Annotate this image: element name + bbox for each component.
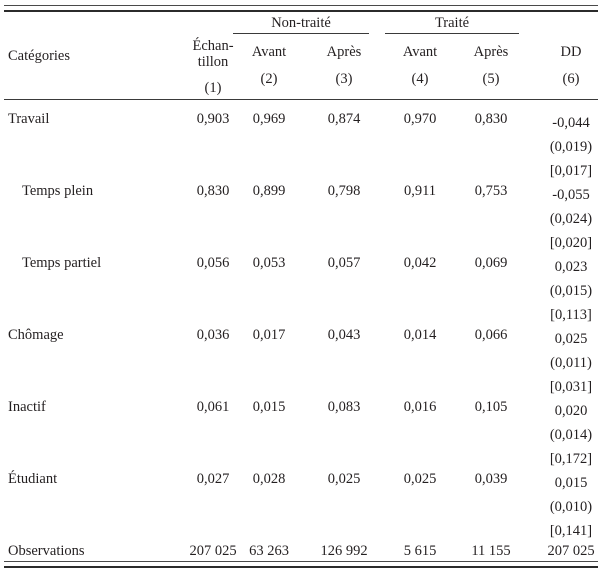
dd-estimate: -0,055 xyxy=(552,187,590,203)
column-number-5: (5) xyxy=(482,70,500,87)
table-bottom-rule-thick xyxy=(4,566,598,568)
cell-dd: -0,044 (0,019) [0,017] xyxy=(536,111,602,183)
column-header-label-3: Après xyxy=(326,44,362,60)
observations-traite-avant: 5 615 xyxy=(403,543,437,559)
column-header-label-4: Avant xyxy=(402,44,438,60)
cell-traite-apres: 0,069 xyxy=(474,255,508,271)
row-label: Inactif xyxy=(8,399,46,415)
column-header-label-6: DD xyxy=(560,44,582,60)
cell-non-traite-apres: 0,083 xyxy=(327,399,361,415)
column-header-non-traite-apres: Après (3) xyxy=(308,44,380,87)
column-number-3: (3) xyxy=(335,70,353,87)
cell-traite-avant: 0,016 xyxy=(403,399,437,415)
cell-dd: 0,023 (0,015) [0,113] xyxy=(536,255,602,327)
observations-label: Observations xyxy=(8,543,85,559)
header-bottom-rule xyxy=(4,99,598,100)
column-header-label-5: Après xyxy=(473,44,509,60)
row-label: Chômage xyxy=(8,327,64,343)
cell-traite-avant: 0,970 xyxy=(403,111,437,127)
observations-non-traite-apres: 126 992 xyxy=(320,543,368,559)
column-header-non-traite-avant: Avant (2) xyxy=(233,44,305,87)
dd-p-value: [0,172] xyxy=(549,451,593,467)
column-number-2: (2) xyxy=(260,70,278,87)
dd-p-value: [0,141] xyxy=(549,523,593,539)
dd-p-value: [0,017] xyxy=(549,163,593,179)
column-header-traite-avant: Avant (4) xyxy=(384,44,456,87)
cell-non-traite-apres: 0,025 xyxy=(327,471,361,487)
cell-non-traite-avant: 0,053 xyxy=(252,255,286,271)
cell-non-traite-avant: 0,899 xyxy=(252,183,286,199)
row-label: Travail xyxy=(8,111,50,127)
cell-non-traite-apres: 0,057 xyxy=(327,255,361,271)
cell-non-traite-avant: 0,028 xyxy=(252,471,286,487)
cell-non-traite-apres: 0,798 xyxy=(327,183,361,199)
dd-estimate: 0,025 xyxy=(554,331,588,347)
dd-standard-error: (0,010) xyxy=(549,499,593,515)
group-rule-non-traite xyxy=(233,33,369,34)
table-bottom-rule-thin xyxy=(4,561,598,562)
row-label: Temps partiel xyxy=(22,255,102,271)
cell-traite-apres: 0,830 xyxy=(474,111,508,127)
cell-traite-apres: 0,753 xyxy=(474,183,508,199)
cell-dd: 0,025 (0,011) [0,031] xyxy=(536,327,602,399)
cell-dd: 0,015 (0,010) [0,141] xyxy=(536,471,602,543)
cell-non-traite-avant: 0,015 xyxy=(252,399,286,415)
column-number-4: (4) xyxy=(411,70,429,87)
dd-standard-error: (0,014) xyxy=(549,427,593,443)
dd-standard-error: (0,024) xyxy=(549,211,593,227)
column-header-categories: Catégories xyxy=(8,48,71,64)
dd-standard-error: (0,019) xyxy=(549,139,593,155)
cell-non-traite-apres: 0,874 xyxy=(327,111,361,127)
dd-estimate: 0,023 xyxy=(554,259,588,275)
dd-estimate: -0,044 xyxy=(552,115,590,131)
group-header-non-traite: Non-traité xyxy=(271,15,331,31)
cell-traite-avant: 0,014 xyxy=(403,327,437,343)
cell-non-traite-avant: 0,017 xyxy=(252,327,286,343)
dd-standard-error: (0,011) xyxy=(550,355,592,371)
column-header-label-2: Avant xyxy=(251,44,287,60)
column-header-dd: DD (6) xyxy=(536,44,602,87)
cell-traite-avant: 0,911 xyxy=(403,183,437,199)
group-header-traite: Traité xyxy=(434,15,470,31)
cell-dd: 0,020 (0,014) [0,172] xyxy=(536,399,602,471)
cell-traite-apres: 0,039 xyxy=(474,471,508,487)
dd-p-value: [0,020] xyxy=(549,235,593,251)
observations-traite-apres: 11 155 xyxy=(471,543,511,559)
observations-dd: 207 025 xyxy=(547,543,595,559)
cell-non-traite-avant: 0,969 xyxy=(252,111,286,127)
cell-non-traite-apres: 0,043 xyxy=(327,327,361,343)
group-rule-traite xyxy=(385,33,519,34)
row-label: Temps plein xyxy=(22,183,94,199)
column-header-traite-apres: Après (5) xyxy=(455,44,527,87)
table-header: Catégories Non-traité Traité Échan- till… xyxy=(0,0,602,99)
dd-p-value: [0,113] xyxy=(550,307,592,323)
dd-standard-error: (0,015) xyxy=(549,283,593,299)
cell-traite-avant: 0,042 xyxy=(403,255,437,271)
observations-non-traite-avant: 63 263 xyxy=(249,543,289,559)
dd-p-value: [0,031] xyxy=(549,379,593,395)
row-label: Étudiant xyxy=(8,471,58,487)
statistics-table: Catégories Non-traité Traité Échan- till… xyxy=(0,0,602,573)
dd-estimate: 0,020 xyxy=(554,403,588,419)
cell-dd: -0,055 (0,024) [0,020] xyxy=(536,183,602,255)
column-number-6: (6) xyxy=(562,70,580,87)
cell-traite-avant: 0,025 xyxy=(403,471,437,487)
cell-traite-apres: 0,105 xyxy=(474,399,508,415)
cell-traite-apres: 0,066 xyxy=(474,327,508,343)
dd-estimate: 0,015 xyxy=(554,475,588,491)
